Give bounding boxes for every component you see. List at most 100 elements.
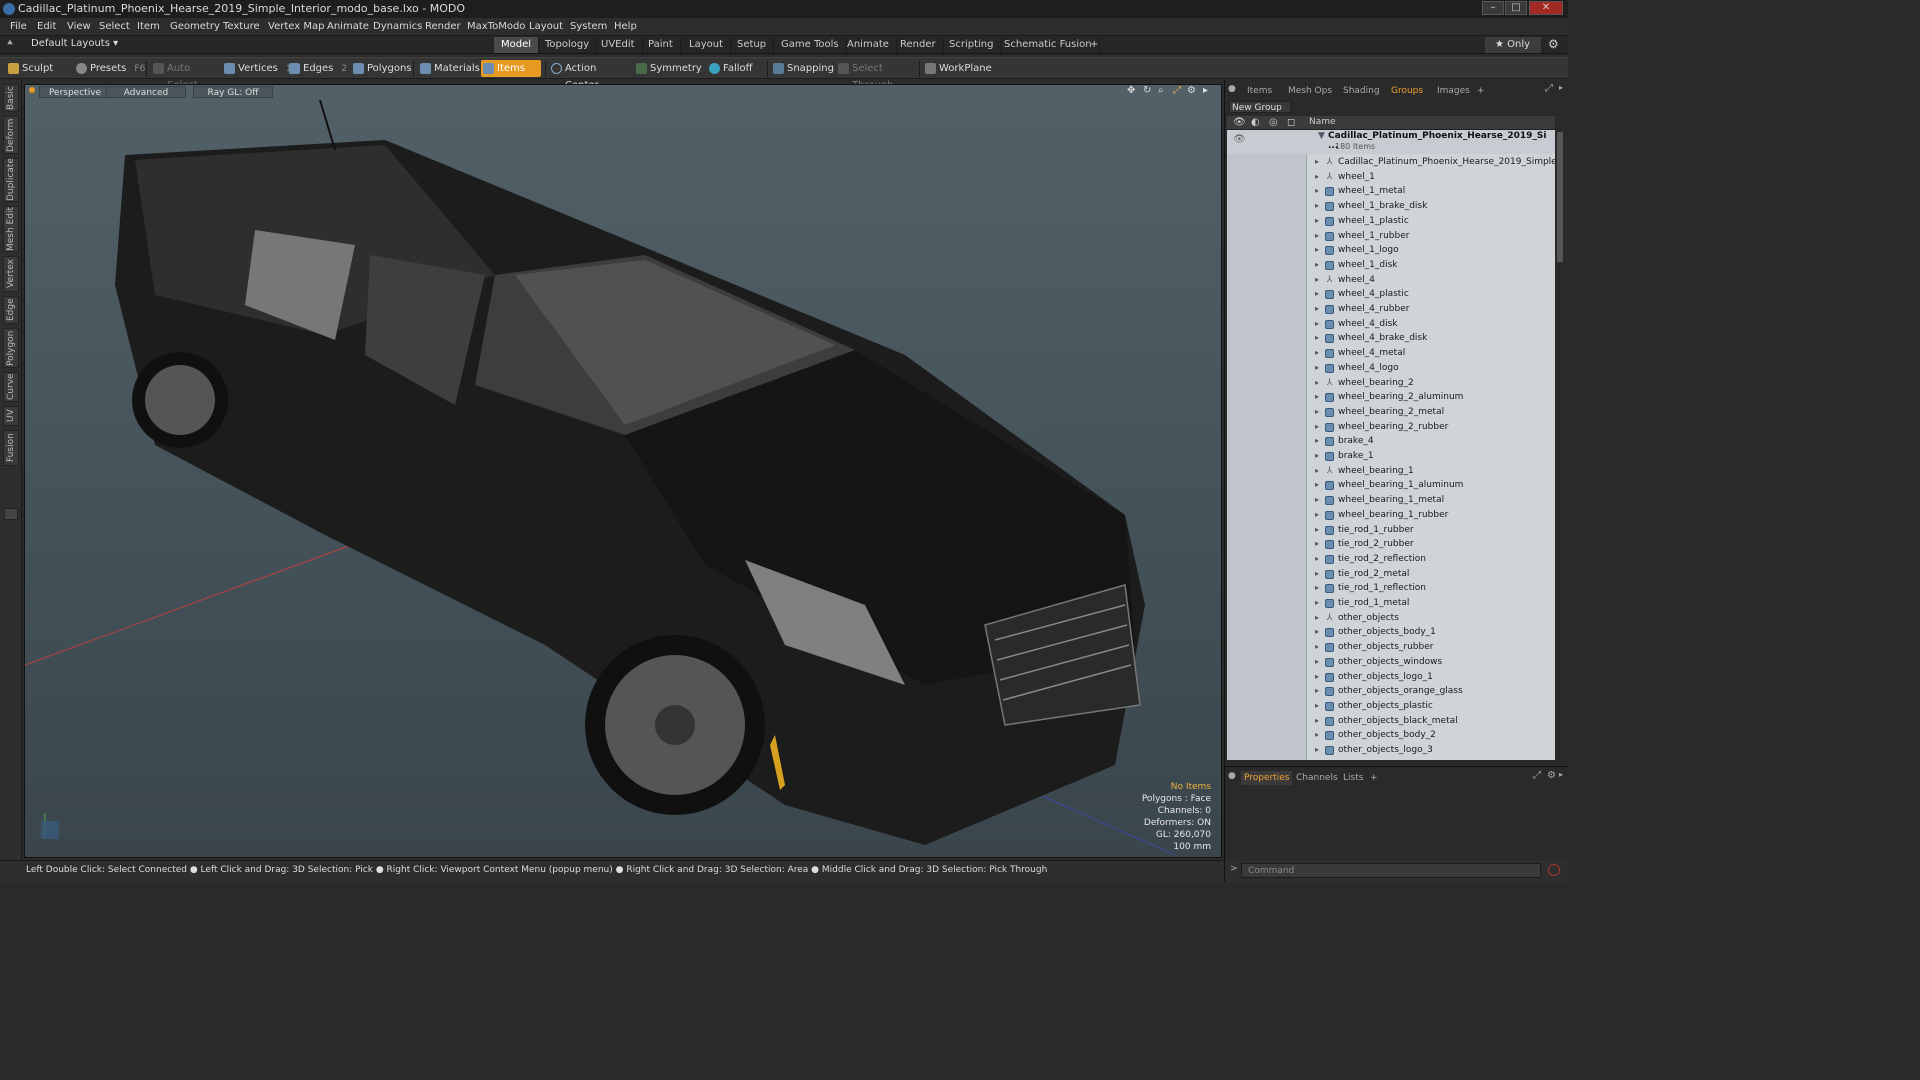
expand-arrow-icon[interactable]: ▸ [1315,243,1319,258]
expand-arrow-icon[interactable]: ▸ [1315,376,1319,391]
tab-uvedit[interactable]: UVEdit [594,37,643,53]
move-view-icon[interactable]: ✥ [1127,85,1135,96]
list-item[interactable]: ▸ other_objects_windows [1227,655,1555,670]
edges-button[interactable]: Edges 2 [287,60,347,77]
zoom-view-icon[interactable]: ⌕ [1158,85,1164,96]
menu-view[interactable]: View [67,18,91,36]
expand-arrow-icon[interactable]: ▸ [1315,464,1319,479]
3d-viewport[interactable]: Perspective Advanced Ray GL: Off ✥ ↻ ⌕ ⤢… [24,84,1222,858]
tab-groups[interactable]: Groups [1391,84,1423,98]
expand-arrow-icon[interactable]: ▸ [1315,361,1319,376]
command-input[interactable]: Command [1241,863,1541,878]
render-column-icon[interactable]: ◐ [1251,117,1260,128]
list-item[interactable]: ▸ other_objects_orange_glass [1227,684,1555,699]
list-item[interactable]: ▸ wheel_4_plastic [1227,287,1555,302]
action-center-button[interactable]: Action Center [549,60,623,91]
viewport-settings-icon[interactable]: ⚙ [1187,85,1196,96]
menu-geometry[interactable]: Geometry [170,18,220,36]
lock-column-icon[interactable]: ◎ [1269,117,1278,128]
expand-arrow-icon[interactable]: ▸ [1315,214,1319,229]
tab-channels[interactable]: Channels [1296,771,1338,785]
strip-toggle-button[interactable] [4,508,18,520]
expand-arrow-icon[interactable]: ▸ [1315,317,1319,332]
list-item[interactable]: ▸ tie_rod_2_reflection [1227,552,1555,567]
left-tab-vertex[interactable]: Vertex [3,256,19,292]
list-item[interactable]: ▸ other_objects_body_1 [1227,625,1555,640]
bottom-menu-arrow-icon[interactable]: ▸ [1559,770,1563,779]
tab-lists[interactable]: Lists [1343,771,1363,785]
expand-arrow-icon[interactable]: ▸ [1315,420,1319,435]
list-item[interactable]: ▸ wheel_bearing_2_aluminum [1227,390,1555,405]
snapping-button[interactable]: Snapping [771,60,834,77]
group-visibility-icon[interactable]: 👁 [1233,134,1246,145]
expand-arrow-icon[interactable]: ▸ [1315,640,1319,655]
falloff-button[interactable]: Falloff [707,60,763,77]
list-item[interactable]: ▸ brake_4 [1227,434,1555,449]
minimize-button[interactable]: – [1482,1,1504,15]
expand-arrow-icon[interactable]: ▸ [1315,258,1319,273]
menu-edit[interactable]: Edit [37,18,56,36]
expand-arrow-icon[interactable]: ▸ [1315,155,1319,170]
tab-items[interactable]: Items [1247,84,1272,98]
expand-arrow-icon[interactable]: ▸ [1315,596,1319,611]
list-item[interactable]: ▸ wheel_1_logo [1227,243,1555,258]
list-item[interactable]: ▸ other_objects_logo_1 [1227,670,1555,685]
polygons-button[interactable]: Polygons [351,60,412,77]
list-item[interactable]: ▸ wheel_1_disk [1227,258,1555,273]
add-bottom-tab-button[interactable]: + [1370,771,1378,785]
list-item[interactable]: ▸ ⅄ other_objects [1227,611,1555,626]
expand-arrow-icon[interactable]: ▸ [1315,625,1319,640]
left-tab-curve[interactable]: Curve [3,372,19,402]
tab-model[interactable]: Model [494,37,540,53]
sculpt-button[interactable]: Sculpt [6,60,66,77]
menu-render[interactable]: Render [425,18,461,36]
list-item[interactable]: ▸ tie_rod_1_rubber [1227,523,1555,538]
rotate-view-icon[interactable]: ↻ [1143,85,1151,96]
tab-layout[interactable]: Layout [682,37,731,53]
bottom-settings-icon[interactable]: ⚙ [1547,770,1556,781]
expand-arrow-icon[interactable]: ▸ [1315,302,1319,317]
left-tab-mesh-edit[interactable]: Mesh Edit [3,206,19,252]
materials-button[interactable]: Materials [418,60,480,77]
tab-setup[interactable]: Setup [730,37,775,53]
list-item[interactable]: ▸ wheel_1_rubber [1227,229,1555,244]
expand-arrow-icon[interactable]: ▸ [1315,346,1319,361]
expand-arrow-icon[interactable]: ▸ [1315,714,1319,729]
menu-maxtomodo[interactable]: MaxToModo [467,18,525,36]
panel-menu-arrow-icon[interactable]: ▸ [1559,83,1563,92]
tree-scrollbar[interactable] [1556,130,1564,760]
fit-view-icon[interactable]: ⤢ [1173,85,1181,96]
tab-shading[interactable]: Shading [1343,84,1380,98]
list-item[interactable]: ▸ other_objects_logo_3 [1227,743,1555,758]
expand-arrow-icon[interactable]: ▸ [1315,508,1319,523]
expand-arrow-icon[interactable]: ▸ [1315,684,1319,699]
list-item[interactable]: ▸ other_objects_body_2 [1227,728,1555,743]
left-tab-edge[interactable]: Edge [3,296,19,324]
menu-select[interactable]: Select [99,18,130,36]
items-button[interactable]: Items [481,60,541,77]
advanced-dropdown[interactable]: Advanced [106,86,186,98]
visibility-column-icon[interactable]: 👁 [1233,117,1246,128]
bottom-expand-icon[interactable]: ⤢ [1533,770,1541,781]
list-item[interactable]: ▸ wheel_4_logo [1227,361,1555,376]
group-row[interactable]: 👁 ▼ Cadillac_Platinum_Phoenix_Hearse_201… [1227,130,1555,154]
expand-arrow-icon[interactable]: ▸ [1315,199,1319,214]
expand-arrow-icon[interactable]: ▸ [1315,390,1319,405]
list-item[interactable]: ▸ tie_rod_1_metal [1227,596,1555,611]
list-item[interactable]: ▸ wheel_1_plastic [1227,214,1555,229]
list-item[interactable]: ▸ ⅄ wheel_1 [1227,170,1555,185]
workplane-button[interactable]: WorkPlane [923,60,992,77]
expand-arrow-icon[interactable]: ▸ [1315,405,1319,420]
list-item[interactable]: ▸ other_objects_plastic [1227,699,1555,714]
layout-arrow-icon[interactable]: ⯅ [6,38,14,49]
close-button[interactable]: ✕ [1529,1,1563,15]
list-item[interactable]: ▸ ⅄ wheel_bearing_1 [1227,464,1555,479]
expand-arrow-icon[interactable]: ▸ [1315,728,1319,743]
maximize-button[interactable]: □ [1505,1,1527,15]
list-item[interactable]: ▸ wheel_1_metal [1227,184,1555,199]
expand-arrow-icon[interactable]: ▸ [1315,581,1319,596]
add-panel-tab-button[interactable]: + [1477,84,1485,98]
menu-layout[interactable]: Layout [529,18,563,36]
expand-arrow-icon[interactable]: ▸ [1315,184,1319,199]
expand-arrow-icon[interactable]: ▸ [1315,287,1319,302]
